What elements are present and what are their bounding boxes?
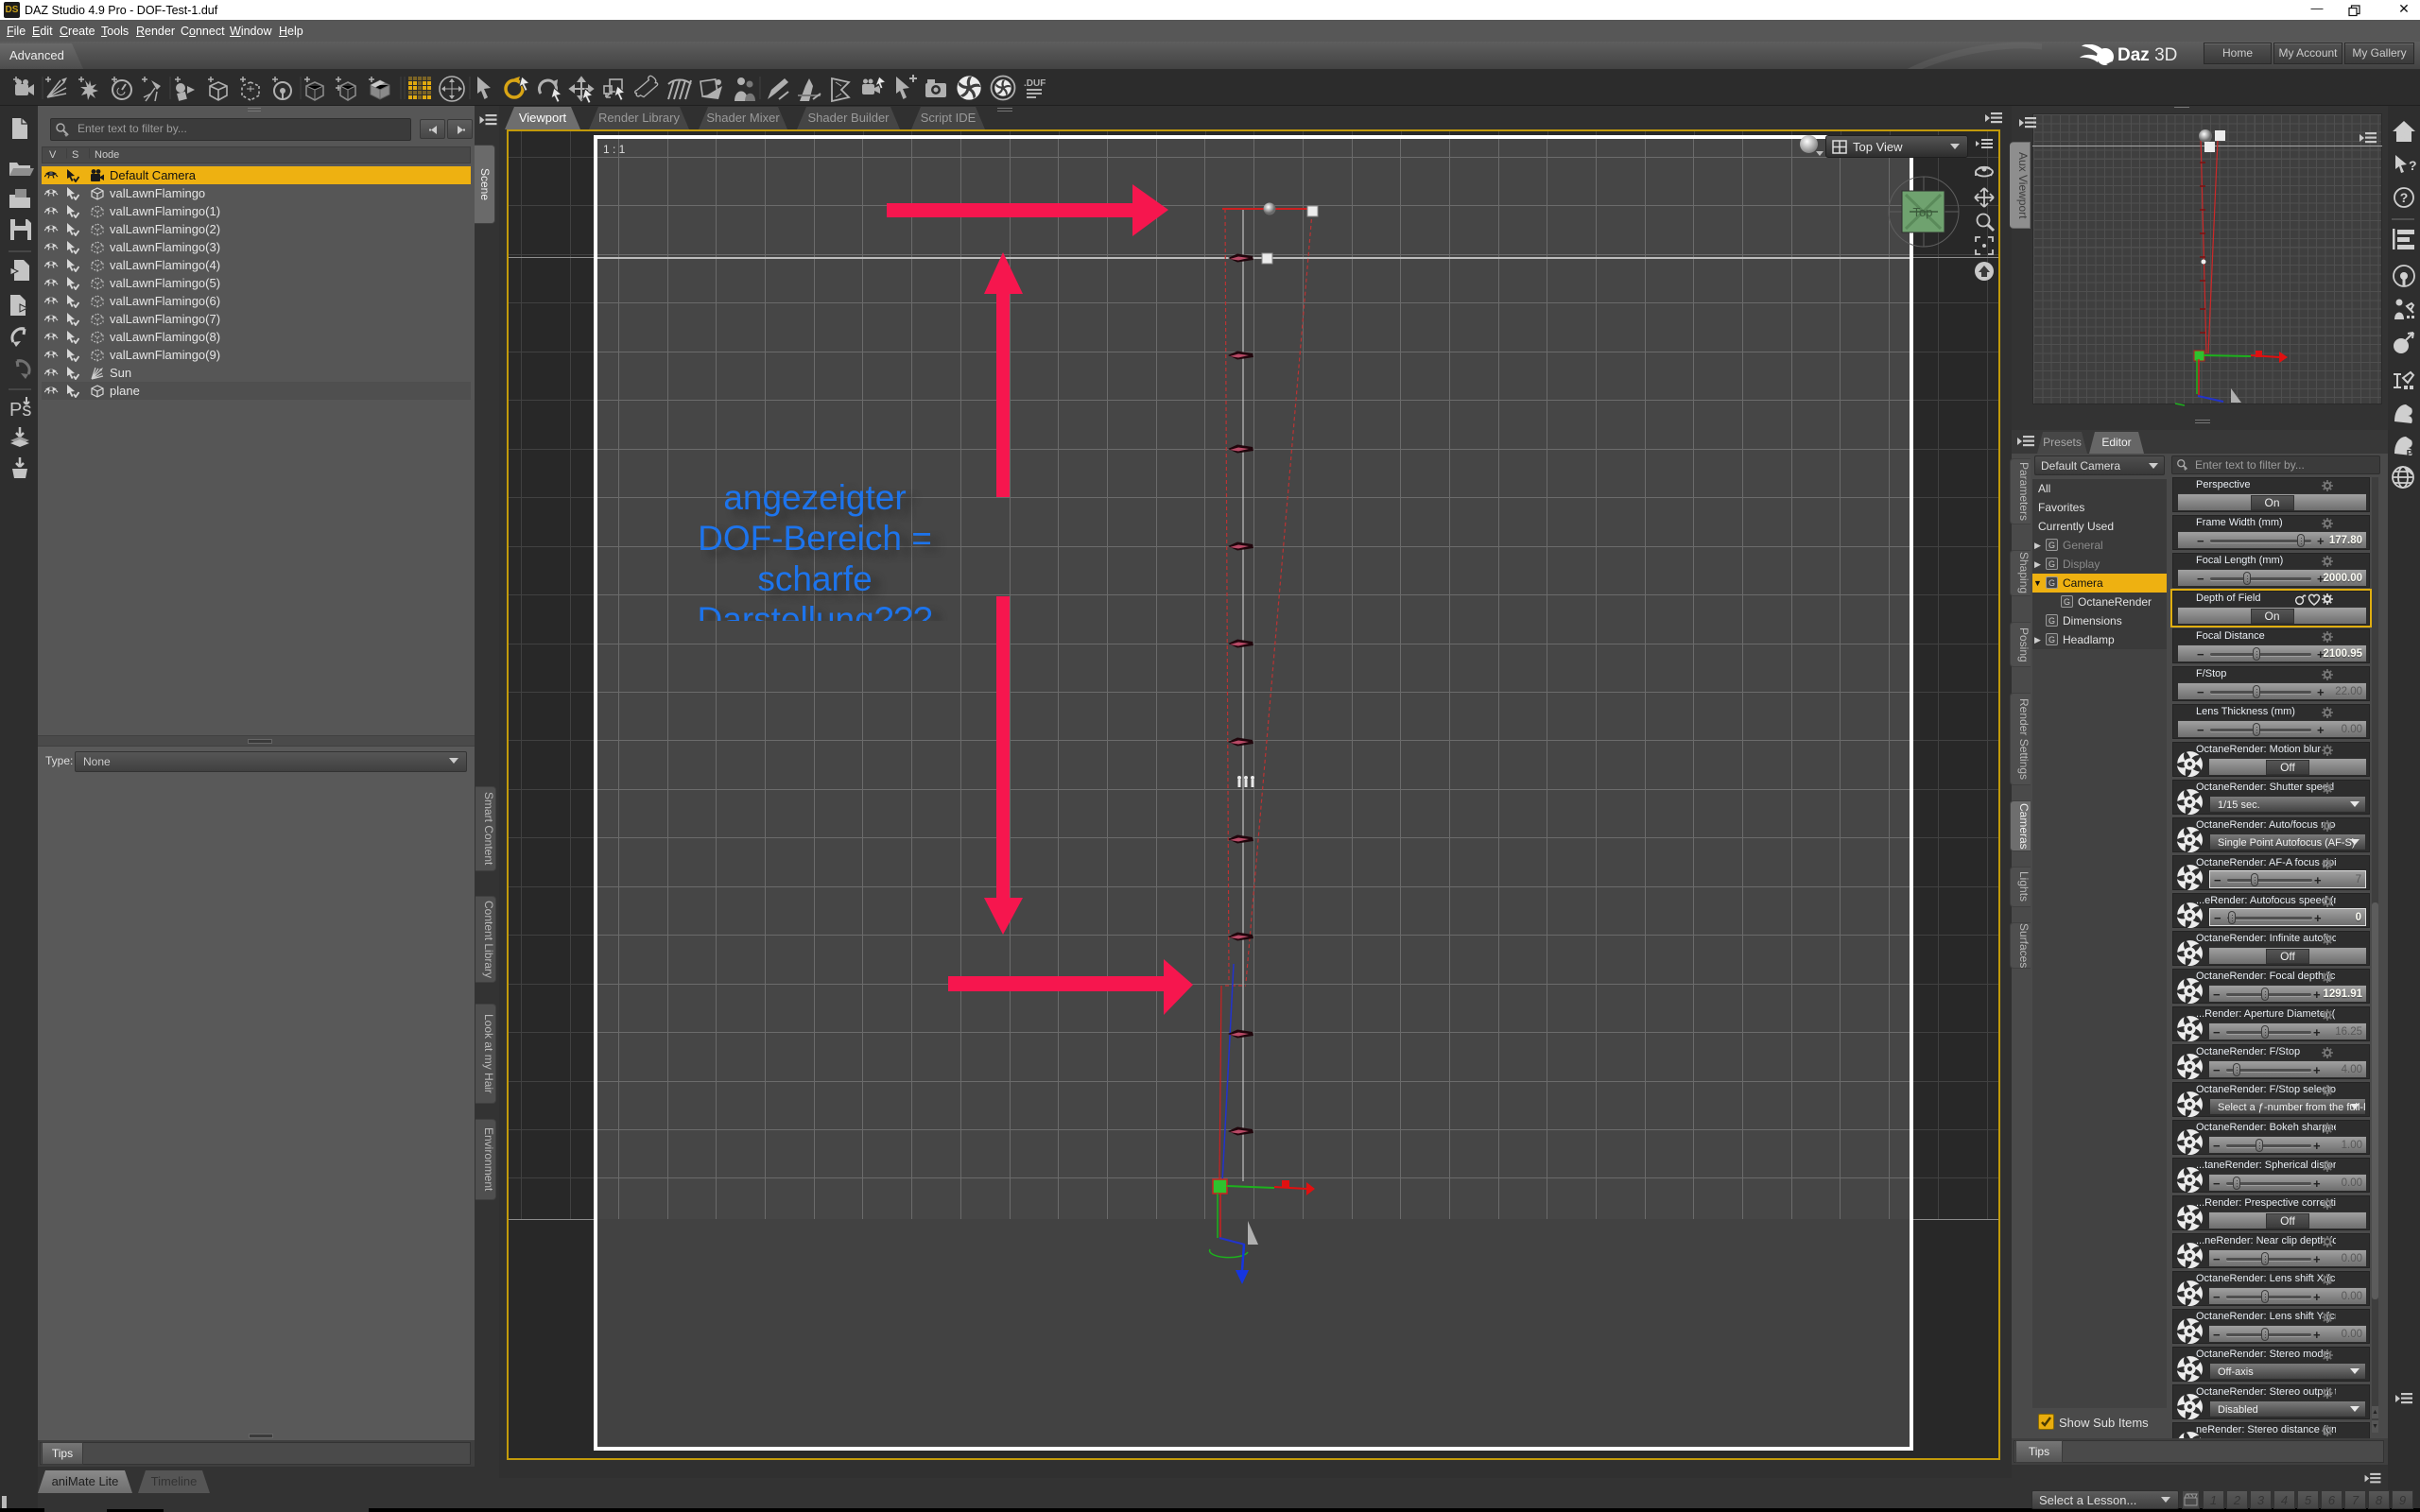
svg-text:.DUF: .DUF bbox=[1024, 78, 1046, 89]
svg-text:DS: DS bbox=[2397, 131, 2410, 142]
svg-text:?: ? bbox=[2409, 158, 2417, 173]
svg-text:P: P bbox=[2407, 449, 2413, 459]
svg-text:?: ? bbox=[2400, 190, 2409, 205]
